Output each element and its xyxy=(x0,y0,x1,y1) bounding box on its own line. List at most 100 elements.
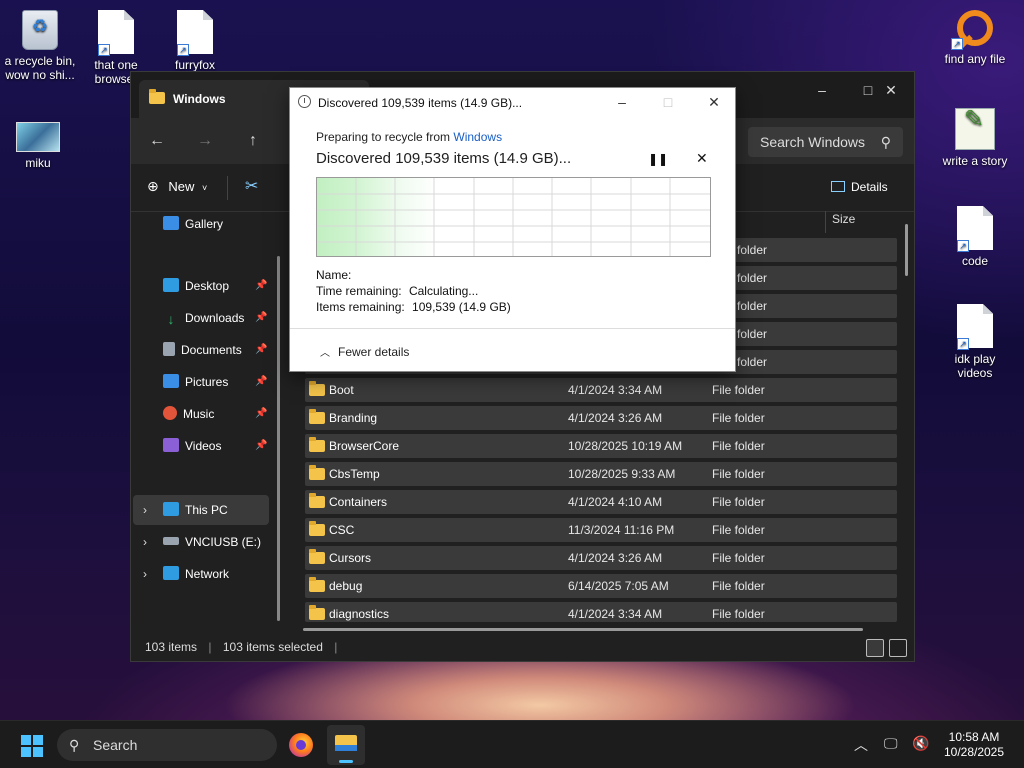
sidebar-item-pictures[interactable]: Pictures xyxy=(163,372,228,392)
sidebar-item-network[interactable]: Network xyxy=(163,564,229,584)
sidebar-item-this-pc[interactable]: This PC xyxy=(163,500,228,520)
chevron-up-icon[interactable]: ︿ xyxy=(854,735,868,755)
source-folder-link[interactable]: Windows xyxy=(453,130,502,144)
table-row[interactable]: BrowserCore 10/28/2025 10:19 AM File fol… xyxy=(305,434,897,458)
desktop-icon-code[interactable]: ↗ code xyxy=(935,206,1015,268)
sidebar-item-label: VNCIUSB (E:) xyxy=(185,535,262,549)
search-input[interactable]: Search Windows ⚲ xyxy=(748,127,903,157)
sidebar-item-drive[interactable]: VNCIUSB (E:) xyxy=(163,532,261,552)
details-button[interactable]: Details xyxy=(831,180,888,194)
type-cell: File folder xyxy=(712,607,765,621)
details-view-icon[interactable] xyxy=(866,639,884,657)
desktop-icon-furryfox[interactable]: ↗ furryfox xyxy=(155,10,235,72)
new-label: New xyxy=(168,179,195,194)
cancel-icon[interactable]: ✕ xyxy=(696,150,708,167)
search-icon: ⚲ xyxy=(880,134,891,150)
folder-icon xyxy=(335,735,357,751)
dialog-minimize-button[interactable]: – xyxy=(599,88,645,116)
back-arrow-icon[interactable]: ← xyxy=(141,128,173,154)
type-cell: File folder xyxy=(712,411,765,425)
clock-icon xyxy=(298,95,311,108)
windows-start-icon[interactable] xyxy=(21,735,43,757)
sidebar-item-videos[interactable]: Videos xyxy=(163,436,221,456)
taskbar-search-box[interactable]: ⚲ Search xyxy=(57,729,277,761)
network-status-icon[interactable]: 🖵 xyxy=(884,735,898,752)
pin-icon[interactable]: 📌 xyxy=(255,440,267,451)
sidebar-item-documents[interactable]: Documents xyxy=(163,340,242,360)
folder-icon xyxy=(309,437,325,452)
status-bar: 103 items | 103 items selected | xyxy=(131,633,914,661)
table-row[interactable]: Boot 4/1/2024 3:34 AM File folder xyxy=(305,378,897,402)
name-cell: diagnostics xyxy=(329,607,390,621)
table-row[interactable]: Containers 4/1/2024 4:10 AM File folder xyxy=(305,490,897,514)
network-icon xyxy=(163,566,179,580)
pin-icon[interactable]: 📌 xyxy=(255,408,267,419)
gallery-item[interactable]: Gallery xyxy=(163,214,223,234)
table-row[interactable]: Branding 4/1/2024 3:26 AM File folder xyxy=(305,406,897,430)
pin-icon[interactable]: 📌 xyxy=(255,344,267,355)
sidebar-item-downloads[interactable]: ↓ Downloads xyxy=(163,308,245,328)
taskbar: ⚲ Search ︿ 🖵 🔇 10:58 AM 10/28/2025 xyxy=(0,720,1024,768)
sidebar-item-desktop[interactable]: Desktop xyxy=(163,276,229,296)
chevron-right-icon[interactable]: › xyxy=(143,503,147,517)
name-cell: Cursors xyxy=(329,551,372,565)
fewer-details-button[interactable]: ︿ Fewer details xyxy=(320,344,409,359)
name-cell: Branding xyxy=(329,411,378,425)
date-cell: 4/1/2024 3:26 AM xyxy=(568,411,663,425)
type-cell: File folder xyxy=(712,551,765,565)
column-header-size[interactable]: Size xyxy=(825,211,855,233)
date-cell: 4/1/2024 3:34 AM xyxy=(568,383,663,397)
firefox-icon[interactable] xyxy=(289,733,313,757)
pin-icon[interactable]: 📌 xyxy=(255,376,267,387)
taskbar-clock[interactable]: 10:58 AM 10/28/2025 xyxy=(942,730,1006,760)
desktop-icon-recycle-bin[interactable]: a recycle bin, wow no shi... xyxy=(0,10,80,82)
chevron-right-icon[interactable]: › xyxy=(143,535,147,549)
close-button[interactable]: ✕ xyxy=(868,76,914,104)
date-cell: 4/1/2024 3:26 AM xyxy=(568,551,663,565)
pin-icon[interactable]: 📌 xyxy=(255,280,267,291)
pin-icon[interactable]: 📌 xyxy=(255,312,267,323)
image-thumbnail-icon xyxy=(0,122,78,152)
file-shortcut-icon: ↗ xyxy=(935,206,1015,252)
table-row[interactable]: diagnostics 4/1/2024 3:34 AM File folder xyxy=(305,602,897,622)
desktop-icon-label: idk play videos xyxy=(954,352,996,380)
plus-circle-icon: ⊕ xyxy=(147,178,159,194)
desktop-icon-idk-play-videos[interactable]: ↗ idk play videos xyxy=(935,304,1015,380)
desktop-icon-label: find any file xyxy=(944,52,1006,66)
table-row[interactable]: CSC 11/3/2024 11:16 PM File folder xyxy=(305,518,897,542)
new-button[interactable]: ⊕ New ˅ xyxy=(147,178,207,195)
dialog-close-button[interactable]: ✕ xyxy=(691,88,737,116)
pause-icon[interactable]: ❚❚ xyxy=(648,152,668,166)
desktop-icon-find-any-file[interactable]: ↗ find any file xyxy=(935,8,1015,66)
up-arrow-icon[interactable]: ↑ xyxy=(237,128,269,154)
search-placeholder: Search Windows xyxy=(760,134,866,150)
sidebar-scrollbar[interactable] xyxy=(277,256,280,621)
desktop-icon xyxy=(163,278,179,292)
desktop-icon-label: a recycle bin, wow no shi... xyxy=(4,54,76,82)
file-list-horizontal-scrollbar[interactable] xyxy=(303,628,863,631)
desktop-icon-miku[interactable]: miku xyxy=(0,122,78,170)
folder-icon xyxy=(309,493,325,508)
chevron-right-icon[interactable]: › xyxy=(143,567,147,581)
sidebar-item-label: Videos xyxy=(185,439,222,453)
divider xyxy=(227,176,228,200)
file-explorer-taskbar-icon[interactable] xyxy=(327,725,365,765)
sidebar-item-music[interactable]: Music xyxy=(163,404,214,424)
name-cell: Boot xyxy=(329,383,354,397)
magnifier-app-icon: ↗ xyxy=(935,8,1015,50)
file-list-vertical-scrollbar[interactable] xyxy=(905,224,908,276)
minimize-button[interactable]: – xyxy=(799,76,845,104)
forward-arrow-icon[interactable]: → xyxy=(189,128,221,154)
volume-muted-icon[interactable]: 🔇 xyxy=(912,735,929,752)
tab-title: Windows xyxy=(173,92,226,106)
name-label: Name: xyxy=(316,268,352,282)
table-row[interactable]: Cursors 4/1/2024 3:26 AM File folder xyxy=(305,546,897,570)
table-row[interactable]: debug 6/14/2025 7:05 AM File folder xyxy=(305,574,897,598)
cut-icon[interactable]: ✂ xyxy=(245,176,258,196)
large-icons-view-icon[interactable] xyxy=(889,639,907,657)
clock-date: 10/28/2025 xyxy=(943,745,1005,759)
table-row[interactable]: CbsTemp 10/28/2025 9:33 AM File folder xyxy=(305,462,897,486)
desktop-icon-write-a-story[interactable]: write a story xyxy=(935,108,1015,168)
sidebar-item-label: This PC xyxy=(185,503,228,517)
dialog-maximize-button[interactable]: □ xyxy=(645,88,691,116)
